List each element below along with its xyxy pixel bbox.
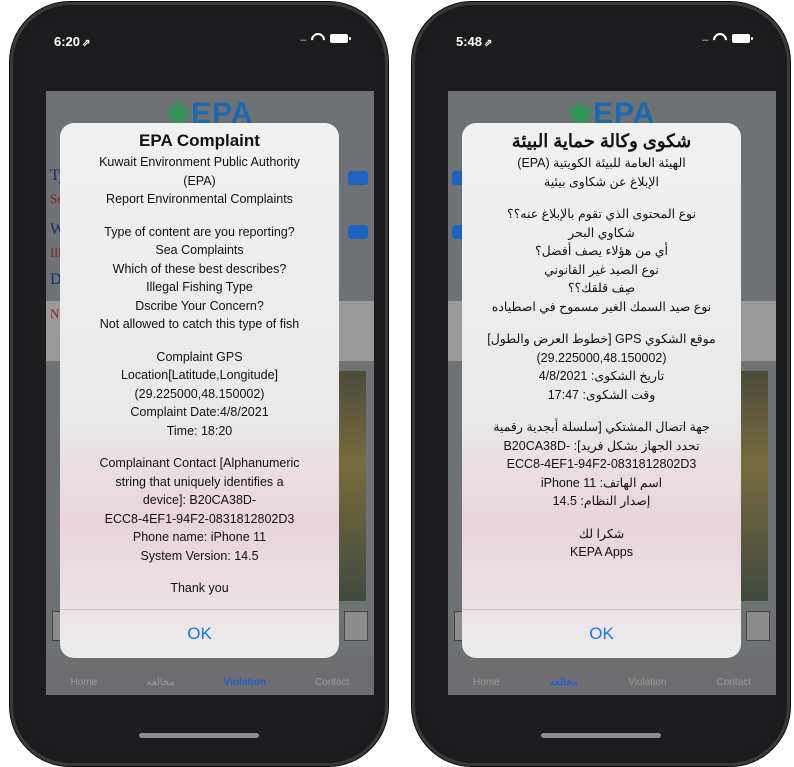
wifi-icon	[311, 33, 325, 43]
status-bar: 5:48 ⇗ ....	[426, 16, 776, 60]
tab-violation[interactable]: Violation	[628, 677, 666, 688]
complaint-alert: EPA Complaint Kuwait Environment Public …	[60, 123, 339, 658]
alert-message-line	[472, 404, 731, 418]
alert-message-line: Complainant Contact [Alphanumeric	[99, 456, 300, 470]
alert-message-line: Report Environmental Complaints	[106, 192, 293, 206]
tab-contact[interactable]: Contact	[716, 677, 750, 688]
screen: 6:20⇗ .... ❀EPA Typ Sea Wh Ille Dsc No	[24, 16, 374, 752]
alert-message-line: System Version: 14.5	[140, 548, 259, 563]
arrow-icon[interactable]	[348, 225, 368, 239]
status-time: 5:48 ⇗	[456, 34, 493, 49]
alert-message-line	[472, 191, 731, 205]
alert-title: شكوى وكالة حماية البيئة	[511, 131, 692, 151]
alert-message-line: جهة اتصال المشتكي [سلسلة أبجدية رقمية	[493, 420, 710, 434]
alert-message-line: الهيئة العامة للبيئة الكويتية (EPA)	[517, 156, 686, 170]
alert-message-line: (29.225000,48.150002)	[134, 386, 265, 401]
complaint-alert: شكوى وكالة حماية البيئة الهيئة العامة لل…	[462, 123, 741, 658]
alert-message-line: أي من هؤلاء يصف أفضل؟	[534, 244, 669, 258]
tab-violation-ar[interactable]: مخالفه	[146, 677, 174, 688]
arrow-icon[interactable]	[348, 171, 368, 185]
alert-message-line: شكرا لك	[578, 526, 625, 541]
status-bar: 6:20 ⇗ ....	[24, 16, 374, 60]
location-icon: ⇗	[82, 38, 91, 49]
alert-message-line: Complaint Date:4/8/2021	[130, 405, 269, 419]
alert-message-line: Not allowed to catch this type of fish	[99, 317, 300, 331]
alert-message-line: Complaint GPS	[156, 349, 243, 364]
tab-violation[interactable]: Violation	[224, 677, 266, 688]
alert-message-line: Sea Complaints	[155, 243, 244, 257]
alert-message-line: اسم الهاتف: iPhone 11	[540, 475, 663, 490]
alert-message-line: وقت الشكوى: 17:47	[547, 387, 656, 402]
alert-message-line: Thank you	[170, 581, 229, 595]
bg-button[interactable]	[344, 611, 368, 641]
home-indicator[interactable]	[139, 733, 259, 738]
alert-message-line: ECC8-4EF1-94F2-0831812802D3	[104, 511, 295, 526]
alert-message-line: Illegal Fishing Type	[146, 280, 253, 294]
alert-message-line: موقع الشكوي GPS [خطوط العرض والطول]	[487, 332, 716, 346]
alert-message-line: Kuwait Environment Public Authority	[99, 155, 300, 169]
alert-message-line	[70, 565, 329, 579]
location-icon: ⇗	[484, 38, 493, 49]
alert-message-line: Phone name: iPhone 11	[132, 530, 267, 544]
tab-bar: Home مخالفه Violation Contact	[46, 656, 374, 694]
tab-contact[interactable]: Contact	[315, 677, 349, 688]
alert-message-line: Dscribe Your Concern?	[135, 298, 264, 313]
home-indicator[interactable]	[541, 733, 661, 738]
battery-icon	[330, 33, 351, 43]
alert-message-line: Type of content are you reporting?	[104, 224, 295, 239]
tab-home[interactable]: Home	[71, 677, 98, 688]
screen: 5:48 ⇗ .... ❀EPA Home مخالفه Violation Co	[426, 16, 776, 752]
alert-message-line: نوع المحتوى الذي تقوم بالإبلاغ عنه؟؟	[507, 207, 696, 221]
alert-message-line: (EPA)	[183, 173, 216, 188]
alert-message-line	[472, 511, 731, 525]
alert-title: EPA Complaint	[139, 131, 260, 150]
bg-button[interactable]	[746, 611, 770, 641]
alert-message-line	[70, 209, 329, 223]
alert-message-line: إصدار النظام: 14.5	[552, 494, 651, 508]
ok-button[interactable]: OK	[60, 609, 339, 658]
alert-message-line: device]: B20CA38D-	[142, 493, 257, 507]
alert-message-line: KEPA Apps	[569, 545, 633, 559]
alert-message-line: تاريخ الشكوى: 4/8/2021	[538, 369, 665, 383]
alert-message-line: تحدد الجهاز بشكل فريد]: -B20CA38D	[503, 438, 700, 453]
alert-message-line: string that uniquely identifies a	[115, 474, 284, 489]
phone-left: 6:20⇗ .... ❀EPA Typ Sea Wh Ille Dsc No	[10, 2, 388, 766]
alert-message-line	[70, 440, 329, 454]
alert-message-line: نوع الصيد غير القانوني	[544, 262, 659, 277]
alert-message-line	[472, 316, 731, 330]
alert-message-line: نوع صيد السمك الغير مسموح في اصطياده	[491, 299, 712, 314]
alert-message-line: صِف قلقك؟؟	[567, 281, 636, 295]
tab-home[interactable]: Home	[473, 677, 500, 688]
ok-button[interactable]: OK	[462, 609, 741, 658]
alert-message-line: Which of these best describes?	[112, 261, 287, 276]
alert-message-line: شكاوي البحر	[568, 225, 635, 240]
alert-message-line: (29.225000,48.150002)	[536, 350, 667, 365]
signal-icon: ....	[299, 33, 307, 43]
phone-right: 5:48 ⇗ .... ❀EPA Home مخالفه Violation Co	[412, 2, 790, 766]
wifi-icon	[713, 33, 727, 43]
alert-message-line: Location[Latitude,Longitude]	[120, 368, 279, 382]
status-time: 6:20 ⇗	[54, 34, 91, 49]
battery-icon	[732, 33, 753, 43]
signal-icon: ....	[701, 33, 709, 43]
tab-violation-ar[interactable]: مخالفه	[550, 677, 578, 688]
alert-message-line: الإبلاغ عن شكاوى بيئية	[544, 174, 659, 189]
alert-message-line: Time: 18:20	[166, 423, 233, 438]
alert-message-line: ECC8-4EF1-94F2-0831812802D3	[506, 457, 697, 471]
alert-message-line	[70, 334, 329, 348]
tab-bar: Home مخالفه Violation Contact	[448, 656, 776, 694]
